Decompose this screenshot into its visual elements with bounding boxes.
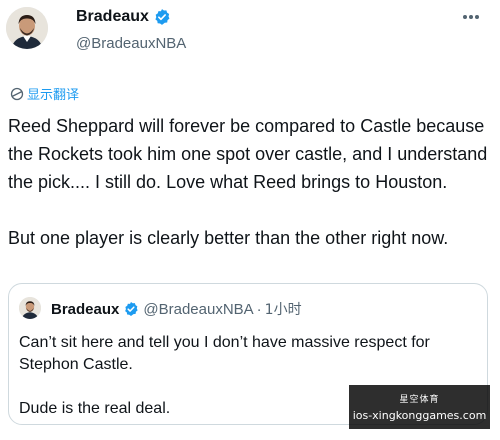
- quoted-handle[interactable]: @BradeauxNBA: [143, 301, 253, 318]
- quoted-timestamp[interactable]: 1小时: [265, 299, 302, 319]
- verified-badge-icon: [125, 302, 138, 316]
- quoted-author-avatar[interactable]: [19, 297, 41, 319]
- quoted-separator: ·: [256, 300, 262, 318]
- more-dots-icon: [463, 15, 479, 19]
- globe-icon: [10, 87, 24, 100]
- watermark-url: ios-xingkonggames.com: [352, 409, 487, 422]
- tweet-paragraph: Reed Sheppard will forever be compared t…: [8, 116, 488, 192]
- watermark-title: 星空体育: [399, 395, 440, 405]
- more-options-button[interactable]: [458, 6, 484, 28]
- avatar-photo: [19, 297, 41, 319]
- watermark: 星空体育 ios-xingkonggames.com: [349, 385, 490, 429]
- author-avatar[interactable]: [6, 7, 48, 49]
- author-handle[interactable]: @BradeauxNBA: [76, 35, 186, 52]
- show-translation-label: 显示翻译: [27, 88, 80, 103]
- quoted-header: Bradeaux @BradeauxNBA · 1小时: [51, 299, 302, 319]
- avatar-photo: [6, 7, 48, 49]
- quoted-paragraph: Can’t sit here and tell you I don’t have…: [19, 334, 430, 373]
- tweet-text: Reed Sheppard will forever be compared t…: [8, 112, 494, 252]
- show-translation-link[interactable]: 显示翻译: [10, 84, 79, 103]
- verified-badge-icon: [155, 9, 170, 25]
- author-name-row: Bradeaux: [76, 8, 171, 26]
- quoted-display-name[interactable]: Bradeaux: [51, 301, 119, 318]
- tweet-card: Bradeaux @BradeauxNBA 显示翻译 Reed Sheppard…: [0, 0, 500, 440]
- tweet-paragraph: But one player is clearly better than th…: [8, 228, 449, 248]
- author-display-name[interactable]: Bradeaux: [76, 8, 149, 26]
